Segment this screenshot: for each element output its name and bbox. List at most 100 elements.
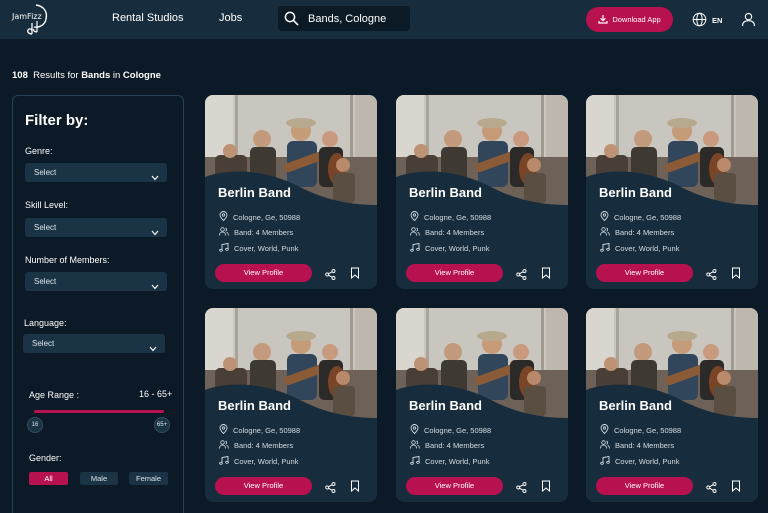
- band-card[interactable]: Berlin Band Cologne, Ge, 50988 Band: 4 M…: [205, 308, 377, 502]
- band-members: Band: 4 Members: [600, 227, 674, 238]
- band-name[interactable]: Berlin Band: [599, 185, 672, 200]
- music-note-icon: [219, 242, 229, 254]
- people-icon: [600, 440, 610, 451]
- location-pin-icon: [219, 424, 228, 436]
- gender-all-button[interactable]: All: [29, 472, 68, 485]
- language-code: EN: [712, 16, 723, 25]
- band-genres: Cover, World, Punk: [219, 242, 298, 254]
- band-members-text: Band: 4 Members: [615, 441, 675, 450]
- share-icon[interactable]: [516, 267, 527, 285]
- band-location-text: Cologne, Ge, 50988: [233, 425, 301, 435]
- band-card[interactable]: Berlin Band Cologne, Ge, 50988 Band: 4 M…: [586, 308, 758, 502]
- language-select[interactable]: Select: [23, 334, 165, 353]
- gender-label: Gender:: [29, 453, 62, 463]
- globe-icon: [692, 12, 707, 29]
- top-navigation-bar: JamFizz Rental Studios Jobs Download App…: [0, 0, 768, 39]
- nav-jobs[interactable]: Jobs: [219, 12, 242, 24]
- skill-level-select[interactable]: Select: [25, 218, 167, 237]
- location-pin-icon: [600, 211, 609, 223]
- share-icon[interactable]: [325, 267, 336, 285]
- chevron-down-icon: [151, 169, 159, 188]
- results-in: in: [112, 70, 121, 81]
- location-pin-icon: [600, 424, 609, 436]
- band-genres: Cover, World, Punk: [600, 242, 679, 254]
- people-icon: [600, 227, 610, 238]
- language-selector[interactable]: EN: [692, 12, 722, 29]
- share-icon[interactable]: [706, 267, 717, 285]
- band-location: Cologne, Ge, 50988: [410, 211, 491, 223]
- music-note-icon: [600, 242, 610, 254]
- search-input[interactable]: [308, 11, 404, 26]
- gender-female-button[interactable]: Female: [129, 472, 168, 485]
- view-profile-button[interactable]: View Profile: [406, 477, 503, 495]
- members-select[interactable]: Select: [25, 272, 167, 291]
- bookmark-icon[interactable]: [541, 479, 551, 497]
- search-box[interactable]: [278, 6, 410, 31]
- band-name[interactable]: Berlin Band: [218, 398, 291, 413]
- download-icon: [598, 14, 608, 26]
- share-icon[interactable]: [325, 480, 336, 498]
- user-profile-icon[interactable]: [741, 12, 756, 32]
- view-profile-button[interactable]: View Profile: [215, 264, 312, 282]
- age-range-slider-track[interactable]: [34, 410, 164, 413]
- band-card[interactable]: Berlin Band Cologne, Ge, 50988 Band: 4 M…: [586, 95, 758, 289]
- logo-text: JamFizz: [12, 12, 42, 21]
- band-name[interactable]: Berlin Band: [599, 398, 672, 413]
- band-location-text: Cologne, Ge, 50988: [424, 212, 492, 222]
- band-members: Band: 4 Members: [219, 440, 293, 451]
- bookmark-icon[interactable]: [731, 479, 741, 497]
- band-location: Cologne, Ge, 50988: [600, 211, 681, 223]
- band-genres: Cover, World, Punk: [410, 455, 489, 467]
- band-genres-text: Cover, World, Punk: [615, 457, 680, 466]
- age-range-label: Age Range :: [29, 390, 80, 400]
- view-profile-button[interactable]: View Profile: [406, 264, 503, 282]
- genre-label: Genre:: [25, 146, 53, 156]
- band-name[interactable]: Berlin Band: [218, 185, 291, 200]
- band-name[interactable]: Berlin Band: [409, 185, 482, 200]
- people-icon: [219, 440, 229, 451]
- members-label: Number of Members:: [25, 255, 110, 265]
- jamfizz-logo[interactable]: JamFizz: [12, 3, 52, 36]
- share-icon[interactable]: [706, 480, 717, 498]
- bookmark-icon[interactable]: [731, 266, 741, 284]
- music-note-icon: [219, 455, 229, 467]
- location-pin-icon: [410, 211, 419, 223]
- band-genres: Cover, World, Punk: [600, 455, 680, 467]
- band-members: Band: 4 Members: [219, 227, 293, 238]
- results-summary: 108 Results for Bands in Cologne: [12, 70, 161, 81]
- results-category: Bands: [81, 70, 111, 81]
- bookmark-icon[interactable]: [541, 266, 551, 284]
- band-members-text: Band: 4 Members: [425, 441, 485, 450]
- band-genres-text: Cover, World, Punk: [425, 244, 490, 253]
- bookmark-icon[interactable]: [350, 266, 360, 284]
- results-count: 108: [12, 70, 28, 81]
- genre-select[interactable]: Select: [25, 163, 167, 182]
- band-card[interactable]: Berlin Band Cologne, Ge, 50988 Band: 4 M…: [396, 308, 568, 502]
- view-profile-button[interactable]: View Profile: [596, 477, 693, 495]
- language-label: Language:: [24, 318, 67, 328]
- band-members: Band: 4 Members: [410, 227, 484, 238]
- people-icon: [219, 227, 229, 238]
- view-profile-button[interactable]: View Profile: [596, 264, 693, 282]
- view-profile-button[interactable]: View Profile: [215, 477, 312, 495]
- band-card[interactable]: Berlin Band Cologne, Ge, 50988 Band: 4 M…: [396, 95, 568, 289]
- band-location-text: Cologne, Ge, 50988: [233, 212, 301, 222]
- gender-male-button[interactable]: Male: [80, 472, 118, 485]
- age-range-max-handle[interactable]: 65+: [154, 417, 170, 433]
- download-app-button[interactable]: Download App: [586, 7, 673, 32]
- share-icon[interactable]: [516, 480, 527, 498]
- bookmark-icon[interactable]: [350, 479, 360, 497]
- band-location-text: Cologne, Ge, 50988: [424, 425, 492, 435]
- nav-rental-studios[interactable]: Rental Studios: [112, 12, 184, 24]
- band-name[interactable]: Berlin Band: [409, 398, 482, 413]
- age-range-min-handle[interactable]: 16: [27, 417, 43, 433]
- band-location-text: Cologne, Ge, 50988: [614, 425, 682, 435]
- chevron-down-icon: [151, 278, 159, 297]
- location-pin-icon: [219, 211, 228, 223]
- band-members: Band: 4 Members: [410, 440, 484, 451]
- band-location: Cologne, Ge, 50988: [219, 211, 300, 223]
- band-card[interactable]: Berlin Band Cologne, Ge, 50988 Band: 4 M…: [205, 95, 377, 289]
- results-location: Cologne: [122, 70, 161, 81]
- band-members-text: Band: 4 Members: [234, 228, 294, 237]
- chevron-down-icon: [149, 340, 157, 359]
